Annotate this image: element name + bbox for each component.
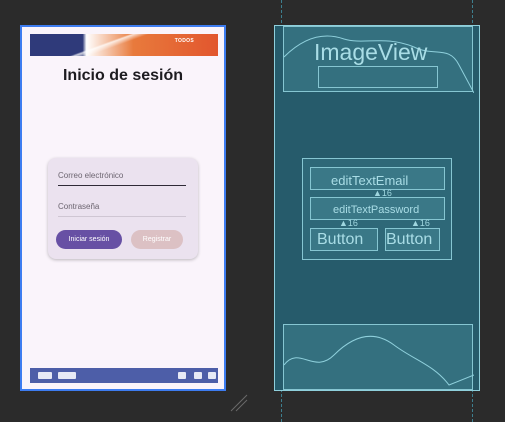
blueprint-image-view-top[interactable]: ImageView	[283, 26, 474, 93]
register-button[interactable]: Registrar	[131, 230, 183, 249]
blueprint-password-field[interactable]: editTextPassword	[310, 197, 445, 220]
footer-logo	[38, 372, 52, 379]
image-outline-icon	[284, 335, 474, 386]
login-card: Correo electrónico Contraseña Iniciar se…	[48, 158, 198, 259]
footer-logo	[58, 372, 76, 379]
blueprint-image-view-bottom[interactable]	[283, 324, 474, 390]
email-field[interactable]: Correo electrónico	[58, 171, 186, 186]
blueprint-button-1[interactable]: Button	[310, 228, 378, 251]
button-1-label: Button	[317, 231, 364, 248]
resize-handle-icon[interactable]	[229, 393, 249, 413]
footer-logos-image	[30, 368, 218, 383]
blueprint-email-field[interactable]: editTextEmail	[310, 167, 445, 190]
login-button[interactable]: Iniciar sesión	[56, 230, 122, 249]
email-field-label: editTextEmail	[331, 173, 409, 188]
blueprint-view[interactable]: ImageView editTextEmail ▲16 editTextPass…	[274, 25, 480, 391]
image-view-inner	[318, 66, 438, 88]
design-preview[interactable]: TODOS Inicio de sesión Correo electrónic…	[20, 25, 226, 391]
margin-label: ▲16	[411, 218, 430, 228]
password-field[interactable]: Contraseña	[58, 202, 186, 217]
blueprint-form-container[interactable]: editTextEmail ▲16 editTextPassword ▲16 ▲…	[302, 158, 452, 260]
footer-logo	[208, 372, 216, 379]
header-banner-image: TODOS	[30, 34, 218, 56]
banner-text: TODOS	[174, 38, 194, 44]
footer-logo	[178, 372, 186, 379]
password-field-label: editTextPassword	[333, 204, 420, 216]
blueprint-button-2[interactable]: Button	[385, 228, 440, 251]
margin-label: ▲16	[339, 218, 358, 228]
page-title: Inicio de sesión	[62, 67, 184, 84]
footer-logo	[194, 372, 202, 379]
image-view-label: ImageView	[314, 39, 428, 65]
button-2-label: Button	[386, 231, 433, 248]
